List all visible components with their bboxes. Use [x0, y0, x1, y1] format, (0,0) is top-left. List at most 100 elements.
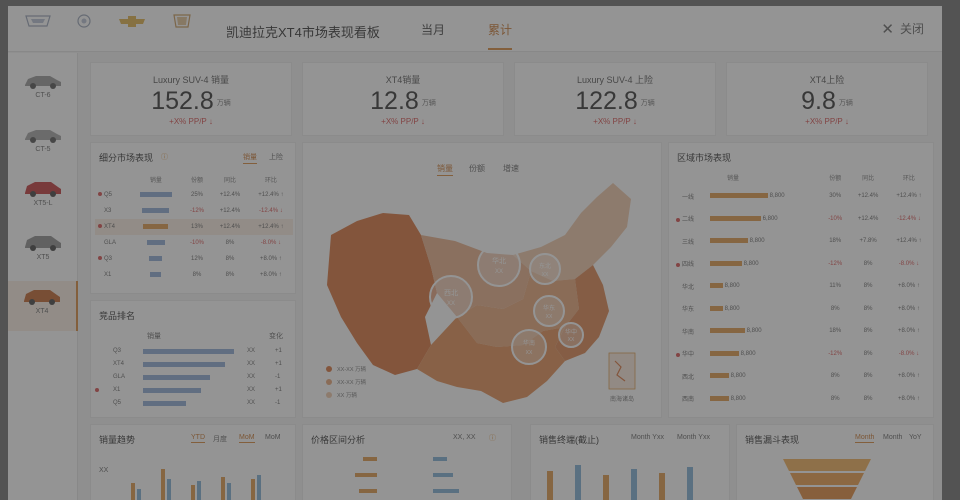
rank-value: XX — [247, 400, 256, 406]
trend-toggle[interactable]: 月度 — [213, 434, 227, 444]
region-mom: -8.0% ↓ — [898, 260, 920, 267]
rank-row[interactable]: X1 XX +1 — [95, 384, 289, 397]
segment-name: X1 — [95, 267, 129, 283]
region-value: 6,800 — [762, 215, 778, 222]
table-row[interactable]: 一线 8,800 30% +12.4% +12.4% ↑ — [673, 185, 931, 208]
funnel-toggle[interactable]: Month — [883, 434, 902, 441]
region-share: 30% — [829, 193, 842, 200]
table-row[interactable]: 华中 8,800 -12% 8% -8.0% ↓ — [673, 343, 931, 366]
table-row[interactable]: 二线 6,800 -10% +12.4% -12.4% ↓ — [673, 208, 931, 231]
tab-month[interactable]: 当月 — [421, 21, 445, 48]
table-row[interactable]: 四线 8,800 -12% 8% -8.0% ↓ — [673, 253, 931, 276]
table-row[interactable]: X3 -12% +12.4% -12.4% ↓ — [95, 203, 293, 219]
brand-logo-3[interactable] — [112, 14, 152, 48]
table-row[interactable]: Q5 25% +12.4% +12.4% ↑ — [95, 187, 293, 203]
map-tab-sales[interactable]: 销量 — [437, 163, 453, 176]
trade-chart — [547, 465, 693, 500]
toggle-insurance[interactable]: 上险 — [269, 152, 283, 162]
table-row[interactable]: 西南 8,800 8% 8% +8.0% ↑ — [673, 388, 931, 411]
region-name: 西南 — [673, 388, 707, 411]
nav-item-xt5[interactable]: XT5 — [8, 227, 78, 277]
trend-bar — [197, 481, 201, 500]
trade-title: 销售终端(截止) — [539, 435, 599, 445]
map-bubble[interactable] — [429, 275, 473, 319]
trend-toggle[interactable]: MoM — [239, 434, 255, 443]
region-share: 18% — [829, 238, 842, 245]
table-row[interactable]: 三线 8,800 18% +7.8% +12.4% ↑ — [673, 230, 931, 253]
map-bubble[interactable] — [477, 243, 521, 287]
rank-row[interactable]: Q5 XX -1 — [99, 397, 289, 410]
region-value: 8,800 — [749, 238, 765, 245]
region-value: 8,800 — [743, 260, 759, 267]
kpi-value: 12.8 — [370, 87, 419, 115]
kpi-card[interactable]: Luxury SUV-4 上险 122.8 万辆 +X% PP/P ↓ — [514, 62, 716, 136]
segment-name: Q5 — [95, 187, 129, 203]
kpi-card[interactable]: XT4销量 12.8 万辆 +X% PP/P ↓ — [302, 62, 504, 136]
brand-logo-4[interactable] — [162, 14, 202, 48]
table-row[interactable]: 西北 8,800 8% 8% +8.0% ↑ — [673, 365, 931, 388]
funnel-toggle[interactable]: Month — [855, 434, 875, 443]
table-row[interactable]: Q3 12% 8% +8.0% ↑ — [95, 251, 293, 267]
region-yoy: +7.8% — [859, 238, 877, 245]
nav-item-xt4[interactable]: XT4 — [8, 281, 78, 331]
map-panel: 销量 份额 增速 华北 XX 东北 XX 西北 XX 华东 XX 华中 XX 华… — [302, 142, 662, 418]
funnel-toggle[interactable]: YoY — [909, 434, 922, 441]
column-header: 份额 — [829, 175, 842, 182]
table-row[interactable]: X1 8% 8% +8.0% ↑ — [95, 267, 293, 283]
map-tab-share[interactable]: 份额 — [469, 163, 485, 174]
info-icon[interactable]: ⓘ — [161, 152, 168, 162]
car-icon — [24, 290, 60, 305]
alert-dot — [98, 256, 102, 261]
toggle-sales[interactable]: 销量 — [243, 152, 257, 164]
bubble-label: 东北 — [539, 262, 551, 270]
info-icon[interactable]: ⓘ — [489, 433, 496, 443]
tab-cumulative[interactable]: 累计 — [488, 21, 513, 50]
kpi-card[interactable]: XT4上险 9.8 万辆 +X% PP/P ↓ — [726, 62, 928, 136]
nav-item-label: CT-5 — [35, 146, 51, 153]
trend-toggle[interactable]: MoM — [265, 434, 281, 441]
table-row[interactable]: 华北 8,800 11% 8% +8.0% ↑ — [673, 275, 931, 298]
rank-value: XX — [247, 361, 256, 367]
bubble-value: XX — [447, 301, 455, 307]
region-share: -10% — [828, 215, 843, 222]
model-sidebar: CT-6 CT-5 XT5-L XT5 XT4 — [8, 53, 78, 500]
kpi-card[interactable]: Luxury SUV-4 销量 152.8 万辆 +X% PP/P ↓ — [90, 62, 292, 136]
rank-row[interactable]: XT4 XX +1 — [99, 358, 289, 371]
table-row[interactable]: 华东 8,800 8% 8% +8.0% ↑ — [673, 298, 931, 321]
region-label: 华中 — [682, 352, 695, 359]
trend-bar — [191, 485, 195, 500]
brand-logo-icon — [25, 15, 51, 27]
price-panel: 价格区间分析 XX, XX ⓘ — [302, 424, 512, 500]
rank-row[interactable]: Q3 XX +1 — [99, 345, 289, 358]
nav-item-ct6[interactable]: CT-6 — [8, 65, 78, 115]
segment-yoy: 8% — [225, 272, 235, 278]
region-name: 西北 — [673, 365, 707, 388]
kpi-unit: 万辆 — [838, 100, 853, 107]
nav-item-xt5l[interactable]: XT5-L — [8, 173, 78, 223]
table-row[interactable]: 华南 8,800 18% 8% +8.0% ↑ — [673, 320, 931, 343]
map-region-west[interactable] — [327, 213, 437, 375]
bubble-value: XX — [495, 269, 503, 275]
kpi-unit: 万辆 — [421, 100, 436, 107]
nav-item-ct5[interactable]: CT-5 — [8, 119, 78, 169]
trend-chart — [131, 469, 261, 500]
rank-label: XT4 — [113, 361, 125, 367]
trend-toggle[interactable]: YTD — [191, 434, 205, 443]
rank-row[interactable]: GLA XX -1 — [99, 371, 289, 384]
trend-bar — [251, 479, 255, 500]
trend-title: 销量趋势 — [99, 435, 136, 445]
map-bubble[interactable] — [511, 329, 547, 365]
segment-mom: -12.4% ↓ — [259, 208, 283, 214]
brand-logo-2[interactable] — [64, 14, 104, 48]
kpi-change: +X% PP/P ↓ — [381, 117, 425, 126]
close-button[interactable]: ✕ 关闭 — [881, 20, 924, 38]
table-row[interactable]: GLA -10% 8% -8.0% ↓ — [95, 235, 293, 251]
segment-mom: -8.0% ↓ — [260, 240, 282, 246]
segment-table: 销量 份额 同比 环比 Q5 25% +12.4% +12.4% ↑ X3 -12% +12… — [95, 171, 293, 283]
map-tab-growth[interactable]: 增速 — [503, 163, 519, 174]
segment-name: XT4 — [95, 219, 129, 235]
brand-logo-1[interactable] — [18, 14, 58, 48]
nav-item-label: XT4 — [35, 308, 49, 315]
table-row[interactable]: XT4 13% +12.4% +12.4% ↑ — [95, 219, 293, 235]
trend-bar — [137, 489, 141, 500]
